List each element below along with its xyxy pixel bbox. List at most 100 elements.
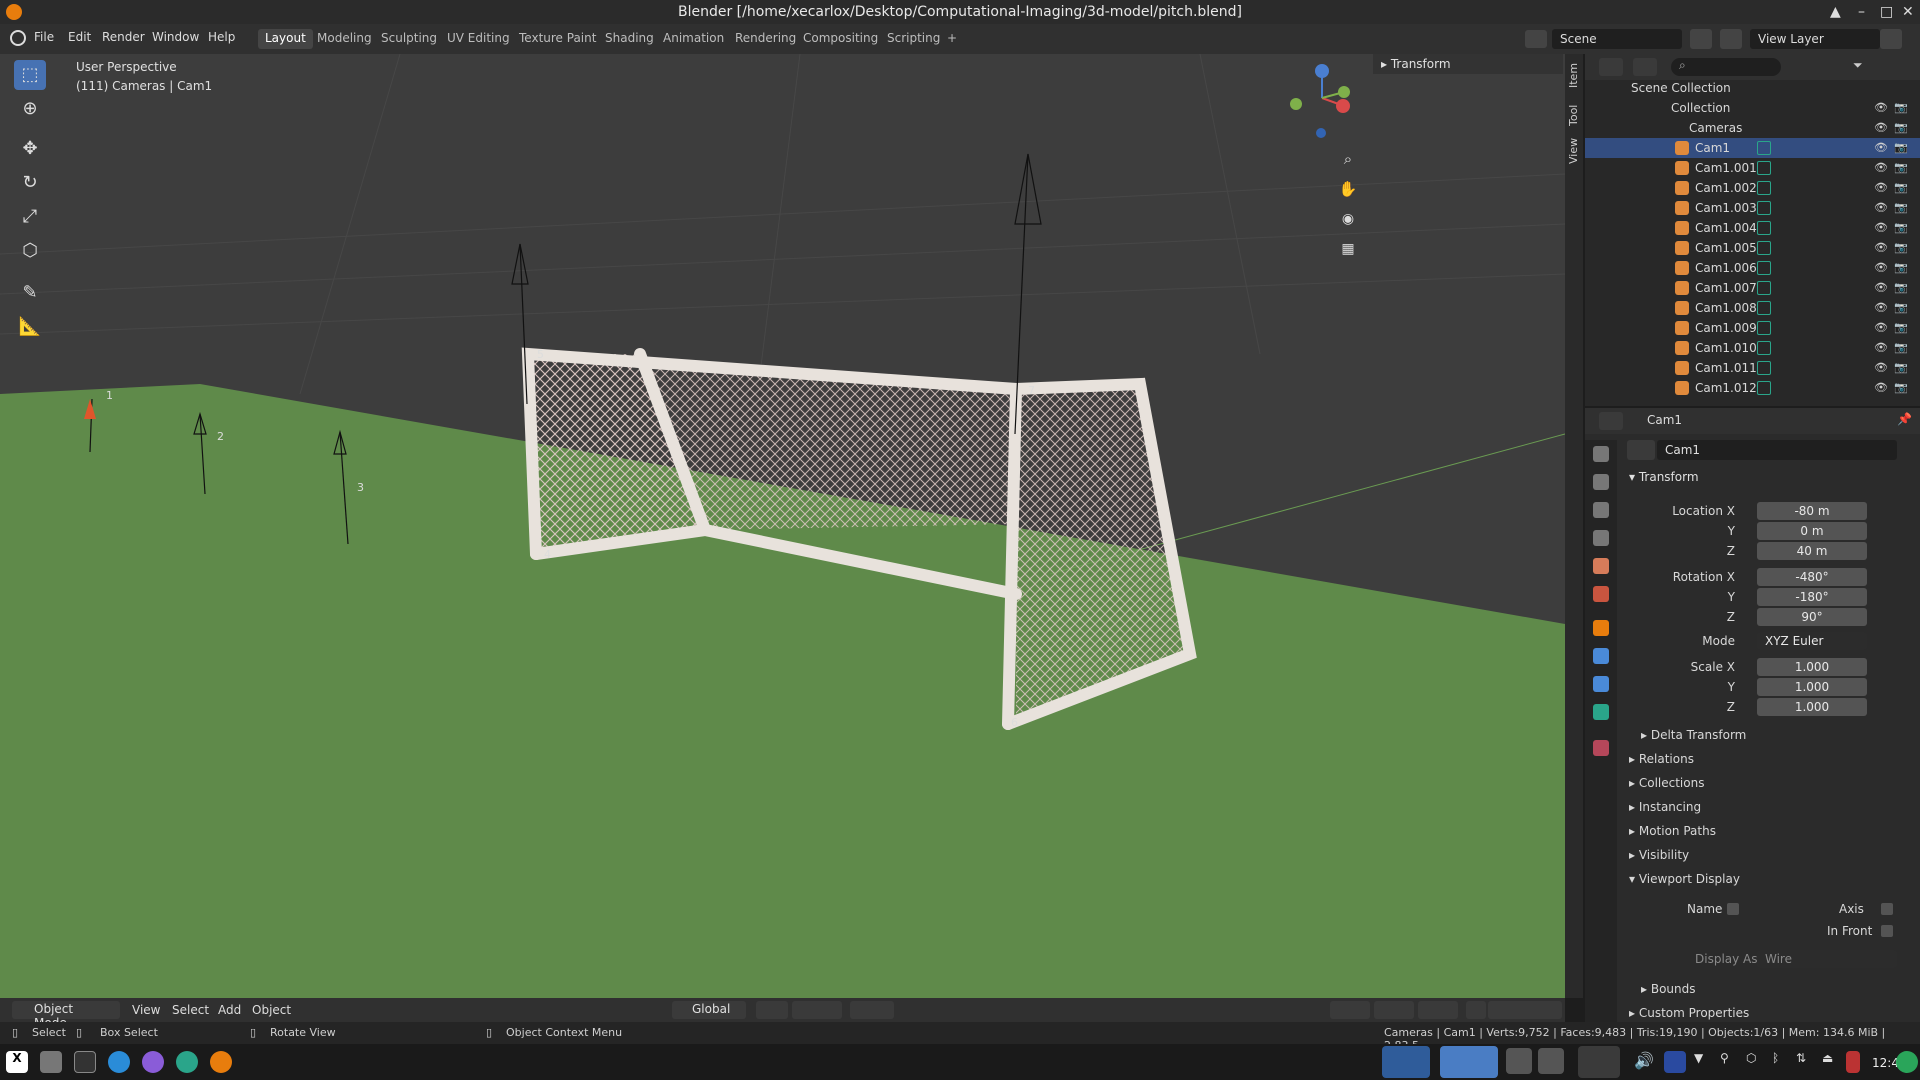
outliner-camera-row[interactable]: Cam1.012 👁 📷	[1585, 378, 1920, 398]
bluetooth-icon[interactable]: ᛒ	[1772, 1051, 1794, 1073]
camera-data-icon[interactable]	[1757, 361, 1771, 375]
outliner-camera-row[interactable]: Cam1.011 👁 📷	[1585, 358, 1920, 378]
camera-data-icon[interactable]	[1757, 301, 1771, 315]
output-tab-icon[interactable]	[1593, 502, 1609, 518]
terminal-icon[interactable]	[74, 1051, 96, 1073]
menu-edit[interactable]: Edit	[68, 30, 91, 44]
eye-icon[interactable]: 👁	[1874, 98, 1888, 118]
annotate-icon[interactable]: ✎	[14, 278, 46, 308]
outliner-camera-row[interactable]: Cam1.007 👁 📷	[1585, 278, 1920, 298]
outliner-camera-row[interactable]: Cam1.008 👁 📷	[1585, 298, 1920, 318]
move-icon[interactable]: ✥	[14, 134, 46, 164]
render-camera-icon[interactable]: 📷	[1894, 338, 1908, 358]
render-camera-icon[interactable]: 📷	[1894, 278, 1908, 298]
render-tab-icon[interactable]	[1593, 474, 1609, 490]
object-type-icon[interactable]	[1627, 440, 1655, 460]
render-camera-icon[interactable]: 📷	[1894, 298, 1908, 318]
camera-data-icon[interactable]	[1757, 201, 1771, 215]
physics-tab-icon[interactable]	[1593, 648, 1609, 664]
camera-data-icon[interactable]	[1757, 161, 1771, 175]
tab-uv-editing[interactable]: UV Editing	[440, 29, 517, 49]
measure-icon[interactable]: 📐	[14, 312, 46, 342]
network-icon[interactable]: ⇅	[1796, 1051, 1818, 1073]
link-icon[interactable]: ⚲	[1720, 1051, 1742, 1073]
outliner-search-input[interactable]: ⌕	[1671, 58, 1781, 76]
bounds-section[interactable]: ▸ Bounds	[1641, 982, 1696, 996]
camera-data-icon[interactable]	[1757, 341, 1771, 355]
package-icon[interactable]: ⬡	[1746, 1051, 1768, 1073]
render-camera-icon[interactable]: 📷	[1894, 118, 1908, 138]
menu-add[interactable]: Add	[218, 1003, 241, 1017]
eye-icon[interactable]: 👁	[1874, 258, 1888, 278]
editor-type-icon[interactable]	[1599, 412, 1623, 430]
outliner-camera-row[interactable]: Cam1.002 👁 📷	[1585, 178, 1920, 198]
tool-tab-icon[interactable]	[1593, 446, 1609, 462]
file-manager-icon[interactable]	[40, 1051, 62, 1073]
render-camera-icon[interactable]: 📷	[1894, 158, 1908, 178]
render-camera-icon[interactable]: 📷	[1894, 318, 1908, 338]
tab-texture-paint[interactable]: Texture Paint	[512, 29, 603, 49]
relations-section[interactable]: ▸ Relations	[1629, 752, 1694, 766]
pin-icon[interactable]: 📌	[1897, 412, 1912, 426]
viewport-display-section[interactable]: ▾ Viewport Display	[1629, 872, 1740, 886]
eye-icon[interactable]: 👁	[1874, 118, 1888, 138]
outliner-camera-row[interactable]: Cam1.009 👁 📷	[1585, 318, 1920, 338]
terminal-window-icon[interactable]	[1506, 1048, 1532, 1074]
eye-icon[interactable]: 👁	[1874, 158, 1888, 178]
outliner-scene-collection[interactable]: Scene Collection	[1585, 78, 1920, 98]
minimize-button[interactable]: –	[1858, 0, 1865, 24]
outliner-camera-row[interactable]: Cam1 👁 📷	[1585, 138, 1920, 158]
snap-icon[interactable]	[792, 1001, 842, 1019]
gizmo-icon[interactable]	[1374, 1001, 1414, 1019]
outliner-camera-row[interactable]: Cam1.001 👁 📷	[1585, 158, 1920, 178]
tab-item[interactable]: Item	[1566, 58, 1582, 92]
rotation-z-field[interactable]: 90°	[1757, 608, 1867, 626]
outliner-camera-row[interactable]: Cam1.010 👁 📷	[1585, 338, 1920, 358]
location-z-field[interactable]: 40 m	[1757, 542, 1867, 560]
proportional-edit-icon[interactable]	[850, 1001, 894, 1019]
3d-viewport[interactable]: 1 2 3 4 5 6 7 User Perspective (111) Cam…	[0, 54, 1565, 998]
tab-rendering[interactable]: Rendering	[728, 29, 803, 49]
render-camera-icon[interactable]: 📷	[1894, 178, 1908, 198]
data-tab-icon[interactable]	[1593, 704, 1609, 720]
tab-sculpting[interactable]: Sculpting	[374, 29, 444, 49]
outliner-collection[interactable]: Collection 👁 📷	[1585, 98, 1920, 118]
camera-data-icon[interactable]	[1757, 221, 1771, 235]
editor-type-icon[interactable]	[1599, 58, 1623, 76]
pan-hand-icon[interactable]: ✋	[1335, 176, 1361, 202]
vd-in-front-checkbox[interactable]	[1881, 925, 1893, 937]
scale-z-field[interactable]: 1.000	[1757, 698, 1867, 716]
eye-icon[interactable]: 👁	[1874, 318, 1888, 338]
scale-x-field[interactable]: 1.000	[1757, 658, 1867, 676]
custom-properties-section[interactable]: ▸ Custom Properties	[1629, 1006, 1749, 1020]
xray-icon[interactable]	[1466, 1001, 1486, 1019]
instancing-section[interactable]: ▸ Instancing	[1629, 800, 1701, 814]
tab-compositing[interactable]: Compositing	[796, 29, 885, 49]
maximize-button[interactable]: □	[1880, 0, 1893, 24]
scene-selector-icon[interactable]	[1525, 30, 1547, 48]
wifi-icon[interactable]: ▼	[1694, 1051, 1716, 1073]
menu-render[interactable]: Render	[102, 30, 145, 44]
camera-data-icon[interactable]	[1757, 321, 1771, 335]
add-workspace-button[interactable]: +	[940, 29, 964, 49]
select-box-icon[interactable]: ⬚	[14, 60, 46, 90]
transform-section-header[interactable]: ▾ Transform	[1629, 470, 1699, 484]
menu-help[interactable]: Help	[208, 30, 235, 44]
texture-tab-icon[interactable]	[1593, 740, 1609, 756]
scene-tab-icon[interactable]	[1593, 558, 1609, 574]
blender-menu-icon[interactable]	[10, 30, 26, 46]
blender-window-icon[interactable]	[1440, 1046, 1498, 1078]
rotation-y-field[interactable]: -180°	[1757, 588, 1867, 606]
eye-icon[interactable]: 👁	[1874, 178, 1888, 198]
view-layer-copy-icon[interactable]	[1880, 29, 1902, 49]
update-icon[interactable]	[1896, 1051, 1918, 1073]
render-camera-icon[interactable]: 📷	[1894, 258, 1908, 278]
vd-axis-checkbox[interactable]	[1881, 903, 1893, 915]
scale-y-field[interactable]: 1.000	[1757, 678, 1867, 696]
camera-data-icon[interactable]	[1757, 141, 1771, 155]
camera-data-icon[interactable]	[1757, 381, 1771, 395]
view-layer-tab-icon[interactable]	[1593, 530, 1609, 546]
cursor-icon[interactable]: ⊕	[14, 94, 46, 124]
render-camera-icon[interactable]: 📷	[1894, 218, 1908, 238]
render-camera-icon[interactable]: 📷	[1894, 378, 1908, 398]
